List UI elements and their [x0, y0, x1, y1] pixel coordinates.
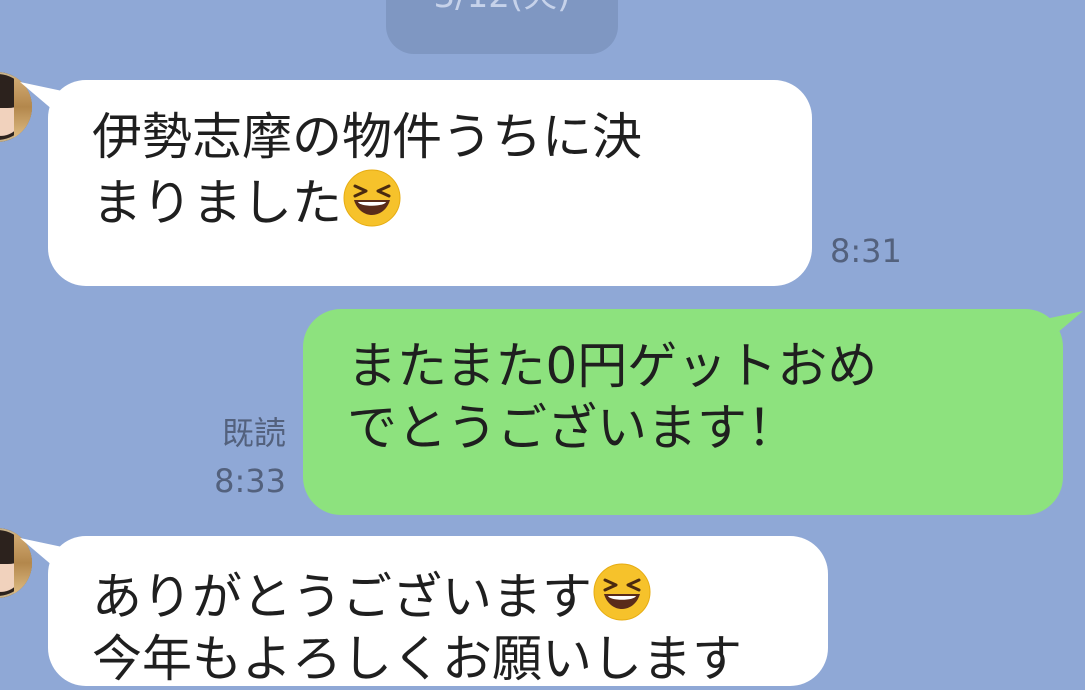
message-bubble[interactable]: 伊勢志摩の物件うちに決 まりました [48, 80, 812, 286]
message-text-line: でとうございます！ [347, 399, 797, 457]
message-text-line: まりました [92, 168, 770, 234]
contact-avatar-2[interactable] [0, 528, 32, 598]
date-label: 3/12(火) [434, 0, 571, 16]
message-tail-right [1043, 311, 1083, 345]
grinning-squinting-face-icon [343, 169, 401, 227]
message-bubble[interactable]: またまた0円ゲットおめ でとうございます！ [303, 309, 1063, 515]
message-text-line: 伊勢志摩の物件うちに決 [92, 108, 642, 166]
message-time: 8:33 [214, 462, 286, 500]
message-text-line: ありがとうございます [92, 562, 786, 628]
message-time: 8:31 [830, 232, 902, 270]
message-text-line: またまた0円ゲットおめ [347, 337, 878, 395]
message-bubble[interactable]: ありがとうございます 今年もよろしくお願いします [48, 536, 828, 688]
contact-avatar-1[interactable] [0, 72, 32, 142]
read-receipt-label: 既読 [221, 414, 286, 452]
date-separator-pill: 3/12(火) [386, 0, 618, 54]
grinning-squinting-face-icon [593, 563, 651, 621]
message-text-line: 今年もよろしくお願いします [92, 630, 742, 688]
